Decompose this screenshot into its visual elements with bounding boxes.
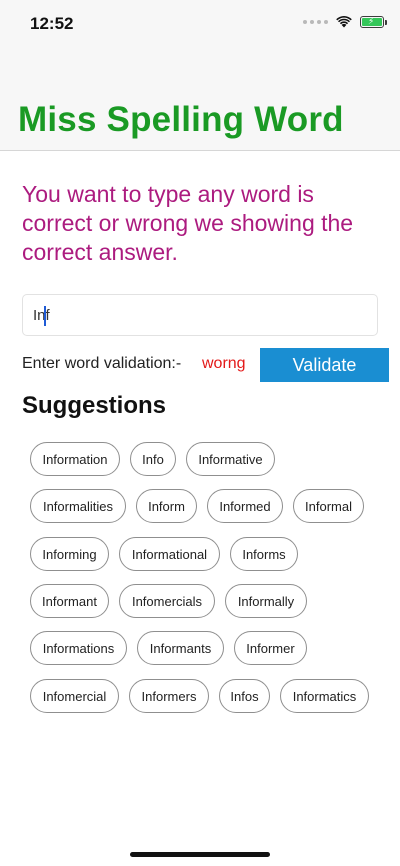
suggestion-chip[interactable]: Informs: [230, 537, 298, 571]
status-bar: 12:52 ⚡: [0, 0, 400, 50]
suggestion-chip[interactable]: Informal: [293, 489, 364, 523]
suggestion-chip[interactable]: Infomercials: [119, 584, 215, 618]
wifi-icon: [336, 16, 352, 28]
status-icons: ⚡: [303, 16, 387, 28]
home-indicator: [130, 852, 270, 857]
status-time: 12:52: [30, 14, 74, 33]
description-text: You want to type any word is correct or …: [22, 181, 354, 265]
suggestion-chip[interactable]: Informations: [30, 631, 127, 665]
suggestions-heading: Suggestions: [22, 392, 167, 419]
suggestion-chip[interactable]: Informatics: [280, 679, 369, 713]
suggestion-chip[interactable]: Informants: [137, 631, 224, 665]
suggestion-chip[interactable]: Infos: [219, 679, 270, 713]
suggestion-chip[interactable]: Informational: [119, 537, 220, 571]
validate-button[interactable]: Validate: [260, 348, 389, 382]
suggestion-chip[interactable]: Informant: [30, 584, 109, 618]
suggestion-chip[interactable]: Infomercial: [30, 679, 119, 713]
suggestion-chip[interactable]: Informer: [234, 631, 307, 665]
suggestion-chip[interactable]: Informalities: [30, 489, 126, 523]
text-cursor: [44, 306, 46, 326]
suggestion-chip[interactable]: Information: [30, 442, 120, 476]
suggestion-chip[interactable]: Info: [130, 442, 176, 476]
suggestion-chip[interactable]: Informing: [30, 537, 109, 571]
suggestion-chip[interactable]: Inform: [136, 489, 197, 523]
word-input[interactable]: [22, 294, 378, 336]
validation-label: Enter word validation:-: [22, 355, 182, 372]
suggestion-chip[interactable]: Informally: [225, 584, 307, 618]
battery-icon: ⚡: [360, 16, 387, 28]
suggestion-chip[interactable]: Informed: [207, 489, 283, 523]
suggestion-chip[interactable]: Informers: [129, 679, 209, 713]
cellular-signal-icon: [303, 20, 328, 24]
suggestion-chip[interactable]: Informative: [186, 442, 275, 476]
validation-result: worng: [202, 355, 246, 372]
nav-header: 12:52 ⚡ Miss Spelling Word: [0, 0, 400, 151]
page-title: Miss Spelling Word: [18, 100, 344, 139]
